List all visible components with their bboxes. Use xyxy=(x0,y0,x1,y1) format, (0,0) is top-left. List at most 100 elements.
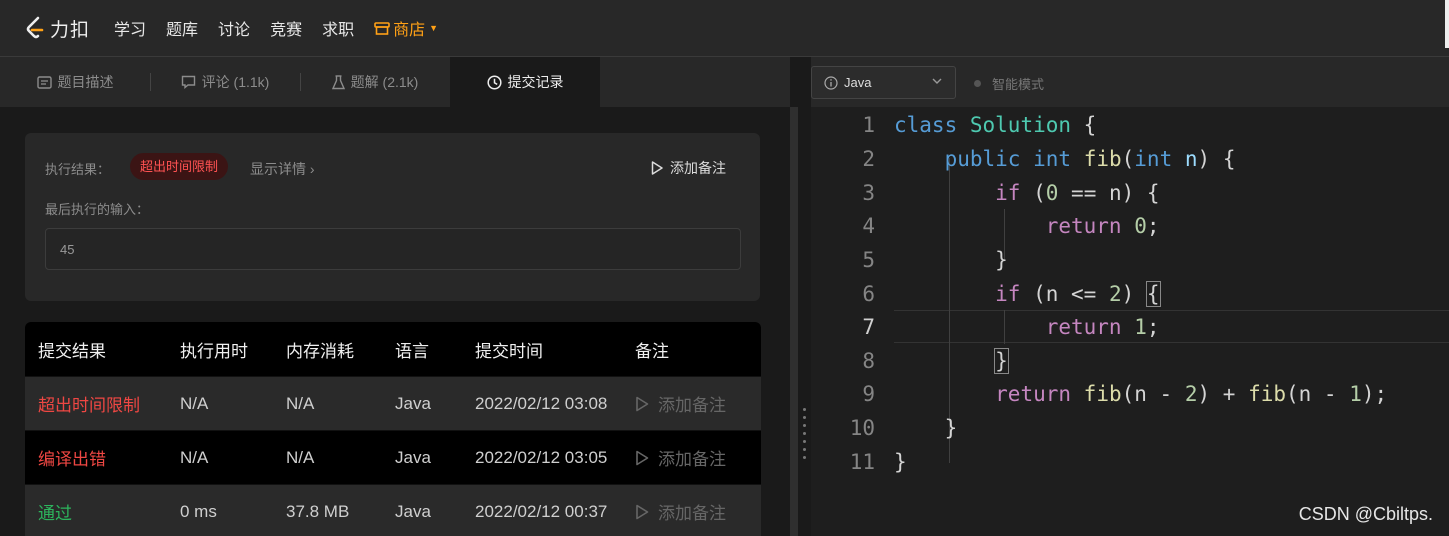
panel-splitter[interactable] xyxy=(798,57,811,536)
flag-icon xyxy=(636,396,649,411)
header-status: 提交结果 xyxy=(38,341,106,361)
code-line: 10 } xyxy=(811,411,1449,445)
left-scrollbar[interactable] xyxy=(790,107,798,536)
nav-item-contest[interactable]: 竞赛 xyxy=(270,16,302,40)
line-number: 1 xyxy=(862,113,875,137)
language-cell: Java xyxy=(395,393,431,413)
add-note-button[interactable]: 添加备注 xyxy=(635,445,755,470)
memory-cell: 37.8 MB xyxy=(286,501,350,521)
line-number: 11 xyxy=(849,450,875,474)
header-note: 备注 xyxy=(635,341,669,361)
table-row[interactable]: 编译出错 N/A N/A Java 2022/02/12 03:05 添加备注 xyxy=(25,430,761,484)
language-cell: Java xyxy=(395,447,431,467)
code-line: 1 class Solution { xyxy=(811,108,1449,142)
drag-handle-icon[interactable] xyxy=(803,408,806,464)
last-input-value: 45 xyxy=(45,228,741,270)
show-details-link[interactable]: 显示详情 › xyxy=(250,159,315,179)
code-text: return fib(n - 2) + fib(n - 1); xyxy=(995,382,1388,406)
nav-item-problemset[interactable]: 题库 xyxy=(166,16,198,40)
nav-item-shop[interactable]: 商店 ▼ xyxy=(374,16,438,40)
submission-status-link[interactable]: 超出时间限制 xyxy=(25,391,180,416)
submit-time-cell: 2022/02/12 00:37 xyxy=(475,501,608,521)
editor-toolbar: Java 智能模式 xyxy=(811,57,1449,107)
submission-status-link[interactable]: 编译出错 xyxy=(25,445,180,470)
memory-cell: N/A xyxy=(286,447,315,467)
tab-description[interactable]: 题目描述 xyxy=(0,57,150,107)
runtime-cell: N/A xyxy=(180,393,209,413)
smart-mode-toggle[interactable]: 智能模式 xyxy=(974,74,1044,93)
submit-time-cell: 2022/02/12 03:08 xyxy=(475,393,608,413)
shop-label: 商店 xyxy=(393,22,426,39)
line-number: 8 xyxy=(862,349,875,373)
code-line: 6 if (n <= 2) { xyxy=(811,277,1449,311)
code-text: return 1; xyxy=(1045,315,1160,339)
tab-label: 题解 (2.1k) xyxy=(350,74,419,90)
table-row[interactable]: 通过 0 ms 37.8 MB Java 2022/02/12 00:37 添加… xyxy=(25,484,761,536)
language-cell: Java xyxy=(395,501,431,521)
language-value: Java xyxy=(844,75,872,90)
add-note-label: 添加备注 xyxy=(670,160,726,176)
line-number: 3 xyxy=(862,181,875,205)
code-line: 5 } xyxy=(811,243,1449,277)
document-icon xyxy=(36,75,52,89)
code-line: 2 public int fib(int n) { xyxy=(811,142,1449,176)
line-number: 4 xyxy=(862,214,875,238)
watermark: CSDN @Cbiltps. xyxy=(1298,504,1433,524)
problem-tabs: 题目描述 评论 (1.1k) 题解 (2.1k) 提交记录 xyxy=(0,57,790,107)
code-line: 3 if (0 == n) { xyxy=(811,176,1449,210)
tab-comments[interactable]: 评论 (1.1k) xyxy=(150,57,300,107)
code-editor[interactable]: 1 class Solution { 2 public int fib(int n… xyxy=(811,107,1449,536)
caret-down-icon: ▼ xyxy=(429,23,439,33)
table-row[interactable]: 超出时间限制 N/A N/A Java 2022/02/12 03:08 添加备… xyxy=(25,376,761,430)
code-line: 8 } xyxy=(811,344,1449,378)
nav-item-jobs[interactable]: 求职 xyxy=(322,16,354,40)
tab-submissions[interactable]: 提交记录 xyxy=(450,57,600,107)
runtime-cell: 0 ms xyxy=(180,501,217,521)
result-card: 执行结果： 超出时间限制 显示详情 › 添加备注 最后执行的输入： 45 xyxy=(25,133,760,301)
code-text: } xyxy=(894,450,907,474)
code-text: return 0; xyxy=(1045,214,1160,238)
code-text: if (0 == n) { xyxy=(995,181,1160,205)
add-note-button[interactable]: 添加备注 xyxy=(635,391,755,416)
code-text: } xyxy=(894,416,958,440)
nav-item-discuss[interactable]: 讨论 xyxy=(218,16,250,40)
line-number: 2 xyxy=(862,147,875,171)
info-icon xyxy=(824,75,838,90)
header-time: 提交时间 xyxy=(475,341,543,361)
add-note-button[interactable]: 添加备注 xyxy=(635,499,755,524)
language-select[interactable]: Java xyxy=(811,66,956,99)
result-label: 执行结果： xyxy=(45,162,111,177)
add-note-button[interactable]: 添加备注 xyxy=(651,158,726,178)
tab-label: 评论 (1.1k) xyxy=(201,74,270,90)
logo-text: 力扣 xyxy=(50,19,91,41)
tab-label: 提交记录 xyxy=(507,74,564,90)
submissions-table: 提交结果 执行用时 内存消耗 语言 提交时间 备注 超出时间限制 N/A N/A… xyxy=(25,322,761,536)
flag-icon xyxy=(651,160,663,175)
code-line: 4 return 0; xyxy=(811,209,1449,243)
runtime-cell: N/A xyxy=(180,447,209,467)
line-number: 7 xyxy=(862,315,875,339)
leetcode-logo[interactable]: 力扣 xyxy=(24,15,90,42)
code-text: } xyxy=(994,348,1009,374)
code-line: 9 return fib(n - 2) + fib(n - 1); xyxy=(811,377,1449,411)
memory-cell: N/A xyxy=(286,393,315,413)
line-number: 10 xyxy=(849,416,875,440)
leetcode-logo-icon xyxy=(24,16,46,40)
code-line: 11} xyxy=(811,445,1449,479)
nav-item-learn[interactable]: 学习 xyxy=(114,16,146,40)
code-text: public int fib(int n) { xyxy=(944,147,1236,171)
table-header: 提交结果 执行用时 内存消耗 语言 提交时间 备注 xyxy=(25,322,761,376)
window-edge xyxy=(1445,0,1449,48)
flag-icon xyxy=(636,504,649,519)
clock-icon xyxy=(486,74,502,90)
code-text: class Solution { xyxy=(894,113,1097,137)
submission-status-link[interactable]: 通过 xyxy=(25,499,180,524)
add-note-label: 添加备注 xyxy=(658,504,726,523)
store-icon xyxy=(374,22,390,35)
code-text: } xyxy=(894,248,1008,272)
status-badge: 超出时间限制 xyxy=(130,153,229,180)
comment-icon xyxy=(181,75,195,89)
header-memory: 内存消耗 xyxy=(286,341,354,361)
tab-solutions[interactable]: 题解 (2.1k) xyxy=(300,57,450,107)
flag-icon xyxy=(636,450,649,465)
